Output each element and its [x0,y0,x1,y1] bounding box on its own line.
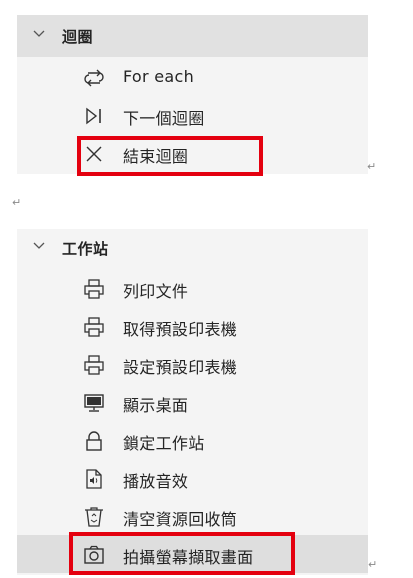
action-label: 列印文件 [123,282,189,301]
audio-file-icon [86,469,102,489]
printer-icon [84,279,104,299]
action-item-empty-recycle-bin[interactable]: 清空資源回收筒 [17,497,368,535]
action-label: 播放音效 [123,472,189,491]
return-mark: ↵ [367,160,377,173]
return-mark: ↵ [12,196,22,209]
action-item-get-default-printer[interactable]: 取得預設印表機 [17,307,368,345]
action-label: 設定預設印表機 [123,358,238,377]
exit-loop-highlight-box [77,136,263,176]
next-loop-icon [86,107,101,125]
monitor-icon [84,394,104,412]
workstation-group-panel: 工作站 列印文件 取得預設印表機 設定預設印表機 顯示桌面 鎖定工作站 播放音效… [17,229,368,575]
action-label: 取得預設印表機 [123,320,238,339]
return-mark: ↵ [368,558,378,571]
loops-group-title: 迴圈 [62,28,94,46]
action-label: 顯示桌面 [123,396,189,415]
chevron-down-icon [33,30,45,37]
workstation-group-header[interactable]: 工作站 [17,229,368,267]
action-item-play-sound[interactable]: 播放音效 [17,459,368,497]
chevron-down-icon [33,242,45,249]
printer-icon [84,317,104,337]
action-item-lock-workstation[interactable]: 鎖定工作站 [17,421,368,459]
action-item-print-document[interactable]: 列印文件 [17,269,368,307]
lock-icon [86,431,102,451]
workstation-group-title: 工作站 [62,240,109,258]
action-label: 清空資源回收筒 [123,510,238,529]
action-label: 鎖定工作站 [123,434,205,453]
loop-arrows-icon [84,69,104,87]
action-label: 下一個迴圈 [123,109,205,128]
action-item-for-each[interactable]: For each [17,58,368,96]
screenshot-highlight-box [69,532,295,575]
action-item-show-desktop[interactable]: 顯示桌面 [17,383,368,421]
action-label: For each [123,67,195,86]
loops-group-header[interactable]: 迴圈 [17,15,368,57]
action-item-next-loop[interactable]: 下一個迴圈 [17,96,368,134]
recycle-bin-icon [85,507,103,527]
action-item-set-default-printer[interactable]: 設定預設印表機 [17,345,368,383]
printer-icon [84,355,104,375]
